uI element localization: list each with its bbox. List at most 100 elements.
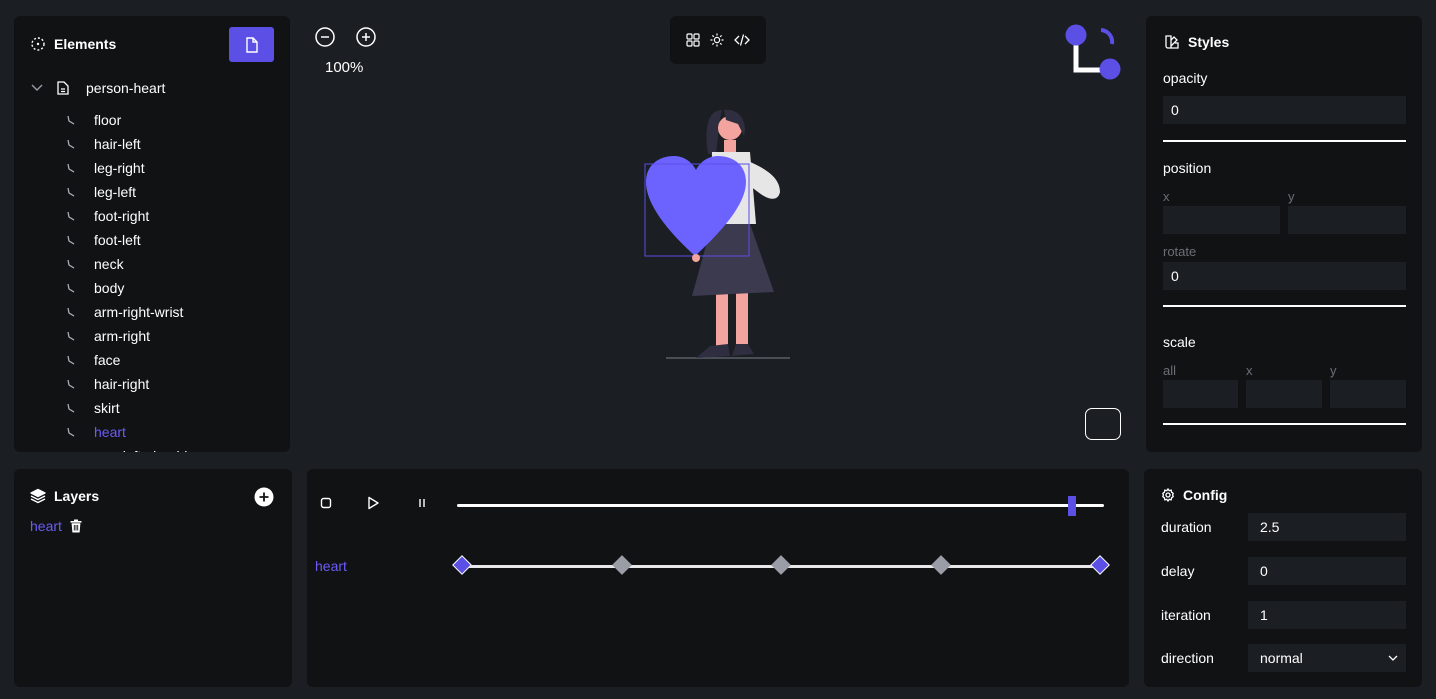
zoom-in-icon[interactable] bbox=[355, 26, 377, 48]
scale-all-input[interactable] bbox=[1163, 380, 1238, 408]
zoom-level: 100% bbox=[325, 59, 364, 76]
duration-input[interactable] bbox=[1248, 513, 1406, 541]
file-icon bbox=[245, 36, 259, 53]
path-icon bbox=[64, 233, 78, 247]
keyframe-marker[interactable] bbox=[1090, 555, 1110, 575]
path-icon bbox=[64, 305, 78, 319]
elements-title: Elements bbox=[54, 36, 117, 52]
play-icon[interactable] bbox=[366, 496, 380, 510]
rotate-input[interactable] bbox=[1163, 262, 1406, 290]
palette-icon bbox=[1164, 34, 1180, 50]
opacity-input[interactable] bbox=[1163, 96, 1406, 124]
leg-right bbox=[716, 292, 728, 346]
direction-label: direction bbox=[1161, 650, 1214, 666]
path-icon bbox=[64, 329, 78, 343]
trash-icon[interactable] bbox=[70, 519, 82, 533]
config-panel: Config duration delay iteration directio… bbox=[1144, 469, 1422, 687]
hand bbox=[692, 254, 700, 262]
app-logo bbox=[1064, 23, 1124, 83]
tree-item[interactable]: foot-right bbox=[64, 204, 200, 228]
tree-item-label: hair-right bbox=[94, 376, 150, 392]
path-icon bbox=[64, 281, 78, 295]
layer-item[interactable]: heart bbox=[30, 518, 82, 534]
tree-item-label: arm-right-wrist bbox=[94, 304, 184, 320]
scale-all-label: all bbox=[1163, 363, 1177, 378]
element-tree: floor hair-left leg-right leg-left foot-righ… bbox=[64, 108, 200, 452]
tree-root-label: person-heart bbox=[86, 80, 166, 96]
keyframe-marker[interactable] bbox=[930, 555, 951, 575]
foot-right bbox=[696, 344, 730, 358]
scale-label: scale bbox=[1163, 334, 1196, 350]
tree-item[interactable]: neck bbox=[64, 252, 200, 276]
tree-item[interactable]: arm-right bbox=[64, 324, 200, 348]
iteration-input[interactable] bbox=[1248, 601, 1406, 629]
tree-item[interactable]: leg-right bbox=[64, 156, 200, 180]
divider bbox=[1163, 423, 1406, 425]
tree-item-label: leg-left bbox=[94, 184, 137, 200]
layers-header: Layers bbox=[30, 488, 99, 504]
layer-name[interactable]: heart bbox=[30, 518, 62, 534]
path-icon bbox=[64, 449, 78, 452]
tree-item[interactable]: leg-left bbox=[64, 180, 200, 204]
path-icon bbox=[64, 113, 78, 127]
tree-item[interactable]: arm-left-shoulder bbox=[64, 444, 200, 452]
add-layer-icon[interactable] bbox=[254, 487, 274, 507]
tree-item-label: heart bbox=[94, 424, 126, 440]
direction-select[interactable]: normal bbox=[1248, 644, 1406, 672]
tree-item[interactable]: floor bbox=[64, 108, 200, 132]
tree-item-label: floor bbox=[94, 112, 122, 128]
keyframe-marker[interactable] bbox=[452, 555, 472, 575]
progress-thumb[interactable] bbox=[1067, 496, 1076, 516]
grid-icon[interactable] bbox=[686, 33, 700, 47]
tree-item-label: neck bbox=[94, 256, 124, 272]
pause-icon[interactable] bbox=[415, 496, 429, 510]
person-heart-illustration[interactable] bbox=[640, 106, 800, 378]
path-icon bbox=[64, 161, 78, 175]
path-icon bbox=[64, 137, 78, 151]
tree-item[interactable]: foot-left bbox=[64, 228, 200, 252]
tree-item-label: arm-left-shoulder bbox=[94, 448, 200, 452]
divider bbox=[1163, 305, 1406, 307]
tree-item[interactable]: skirt bbox=[64, 396, 200, 420]
position-y-input[interactable] bbox=[1288, 206, 1406, 234]
tree-item[interactable]: hair-left bbox=[64, 132, 200, 156]
elements-panel: Elements person-heart floor hair-left leg-… bbox=[14, 16, 290, 452]
tree-item[interactable]: heart bbox=[64, 420, 200, 444]
stop-icon[interactable] bbox=[319, 496, 333, 510]
chevron-down-icon[interactable] bbox=[30, 84, 44, 92]
delay-label: delay bbox=[1161, 563, 1195, 579]
position-x-input[interactable] bbox=[1163, 206, 1280, 234]
tree-item-label: leg-right bbox=[94, 160, 145, 176]
tree-item[interactable]: face bbox=[64, 348, 200, 372]
tree-item-label: foot-left bbox=[94, 232, 141, 248]
tree-item[interactable]: body bbox=[64, 276, 200, 300]
progress-track[interactable] bbox=[457, 504, 1104, 507]
canvas-toolbar bbox=[670, 16, 766, 64]
direction-value: normal bbox=[1260, 650, 1303, 666]
tree-root[interactable]: person-heart bbox=[30, 80, 165, 96]
layers-icon bbox=[30, 488, 46, 504]
layers-title: Layers bbox=[54, 488, 100, 504]
layers-panel: Layers heart bbox=[14, 469, 292, 687]
new-file-button[interactable] bbox=[229, 27, 274, 62]
tree-item[interactable]: hair-right bbox=[64, 372, 200, 396]
frame-button[interactable] bbox=[1085, 408, 1121, 440]
track-label[interactable]: heart bbox=[315, 558, 347, 574]
delay-input[interactable] bbox=[1248, 557, 1406, 585]
zoom-out-icon[interactable] bbox=[314, 26, 336, 48]
scale-x-input[interactable] bbox=[1246, 380, 1322, 408]
canvas-area[interactable]: 100% bbox=[302, 16, 1132, 456]
keyframe-marker[interactable] bbox=[611, 555, 632, 575]
elements-header: Elements bbox=[30, 36, 116, 52]
file-icon bbox=[56, 81, 70, 95]
tree-item-label: face bbox=[94, 352, 121, 368]
position-x-label: x bbox=[1163, 189, 1170, 204]
keyframe-marker[interactable] bbox=[771, 555, 791, 575]
scale-y-input[interactable] bbox=[1330, 380, 1406, 408]
scale-y-label: y bbox=[1330, 363, 1337, 378]
sun-icon[interactable] bbox=[710, 33, 724, 47]
tree-item[interactable]: arm-right-wrist bbox=[64, 300, 200, 324]
tree-item-label: skirt bbox=[94, 400, 120, 416]
code-icon[interactable] bbox=[734, 33, 750, 47]
styles-title: Styles bbox=[1188, 34, 1230, 50]
